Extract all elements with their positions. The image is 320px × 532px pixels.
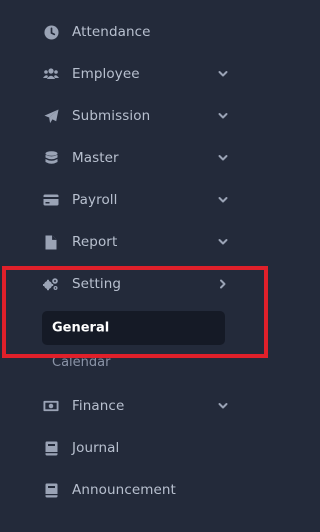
sidebar-item-label: Journal <box>72 440 120 456</box>
users-icon <box>43 66 59 82</box>
chevron-down-icon <box>217 236 229 248</box>
chevron-down-icon <box>217 400 229 412</box>
sidebar-item-finance[interactable]: Finance <box>0 385 274 427</box>
file-icon <box>43 234 59 250</box>
sidebar-item-announcement[interactable]: Announcement <box>0 469 274 511</box>
sidebar-item-payroll[interactable]: Payroll <box>0 179 274 221</box>
paper-plane-icon <box>43 108 59 124</box>
sidebar-item-label: Report <box>72 234 118 250</box>
sidebar-item-journal[interactable]: Journal <box>0 427 274 469</box>
sidebar-item-label: Employee <box>72 66 140 82</box>
chevron-down-icon <box>217 110 229 122</box>
sidebar-item-setting[interactable]: Setting <box>0 263 274 305</box>
sidebar-item-label: Announcement <box>72 482 176 498</box>
money-bill-icon <box>43 398 59 414</box>
sidebar-item-label: Payroll <box>72 192 118 208</box>
sidebar-item-submission[interactable]: Submission <box>0 95 274 137</box>
chevron-down-icon <box>217 194 229 206</box>
sidebar-item-label: Attendance <box>72 24 151 40</box>
sidebar-item-label: Setting <box>72 276 122 292</box>
chevron-down-icon <box>217 68 229 80</box>
submenu-item-label: General <box>52 320 110 336</box>
cogs-icon <box>43 276 59 292</box>
database-icon <box>43 150 59 166</box>
credit-card-icon <box>43 192 59 208</box>
sidebar-item-label: Finance <box>72 398 125 414</box>
sidebar-item-employee[interactable]: Employee <box>0 53 274 95</box>
book-icon <box>43 440 59 456</box>
clock-icon <box>43 24 59 40</box>
sidebar: Attendance Employee Submission Master Pa… <box>0 0 274 532</box>
submenu-item-general[interactable]: General <box>42 311 225 345</box>
sidebar-item-report[interactable]: Report <box>0 221 274 263</box>
sidebar-item-attendance[interactable]: Attendance <box>0 11 274 53</box>
book-icon <box>43 482 59 498</box>
submenu-item-calendar[interactable]: Calendar <box>52 355 110 370</box>
sidebar-item-label: Master <box>72 150 119 166</box>
chevron-right-icon <box>217 278 229 290</box>
sidebar-item-label: Submission <box>72 108 151 124</box>
chevron-down-icon <box>217 152 229 164</box>
sidebar-item-master[interactable]: Master <box>0 137 274 179</box>
